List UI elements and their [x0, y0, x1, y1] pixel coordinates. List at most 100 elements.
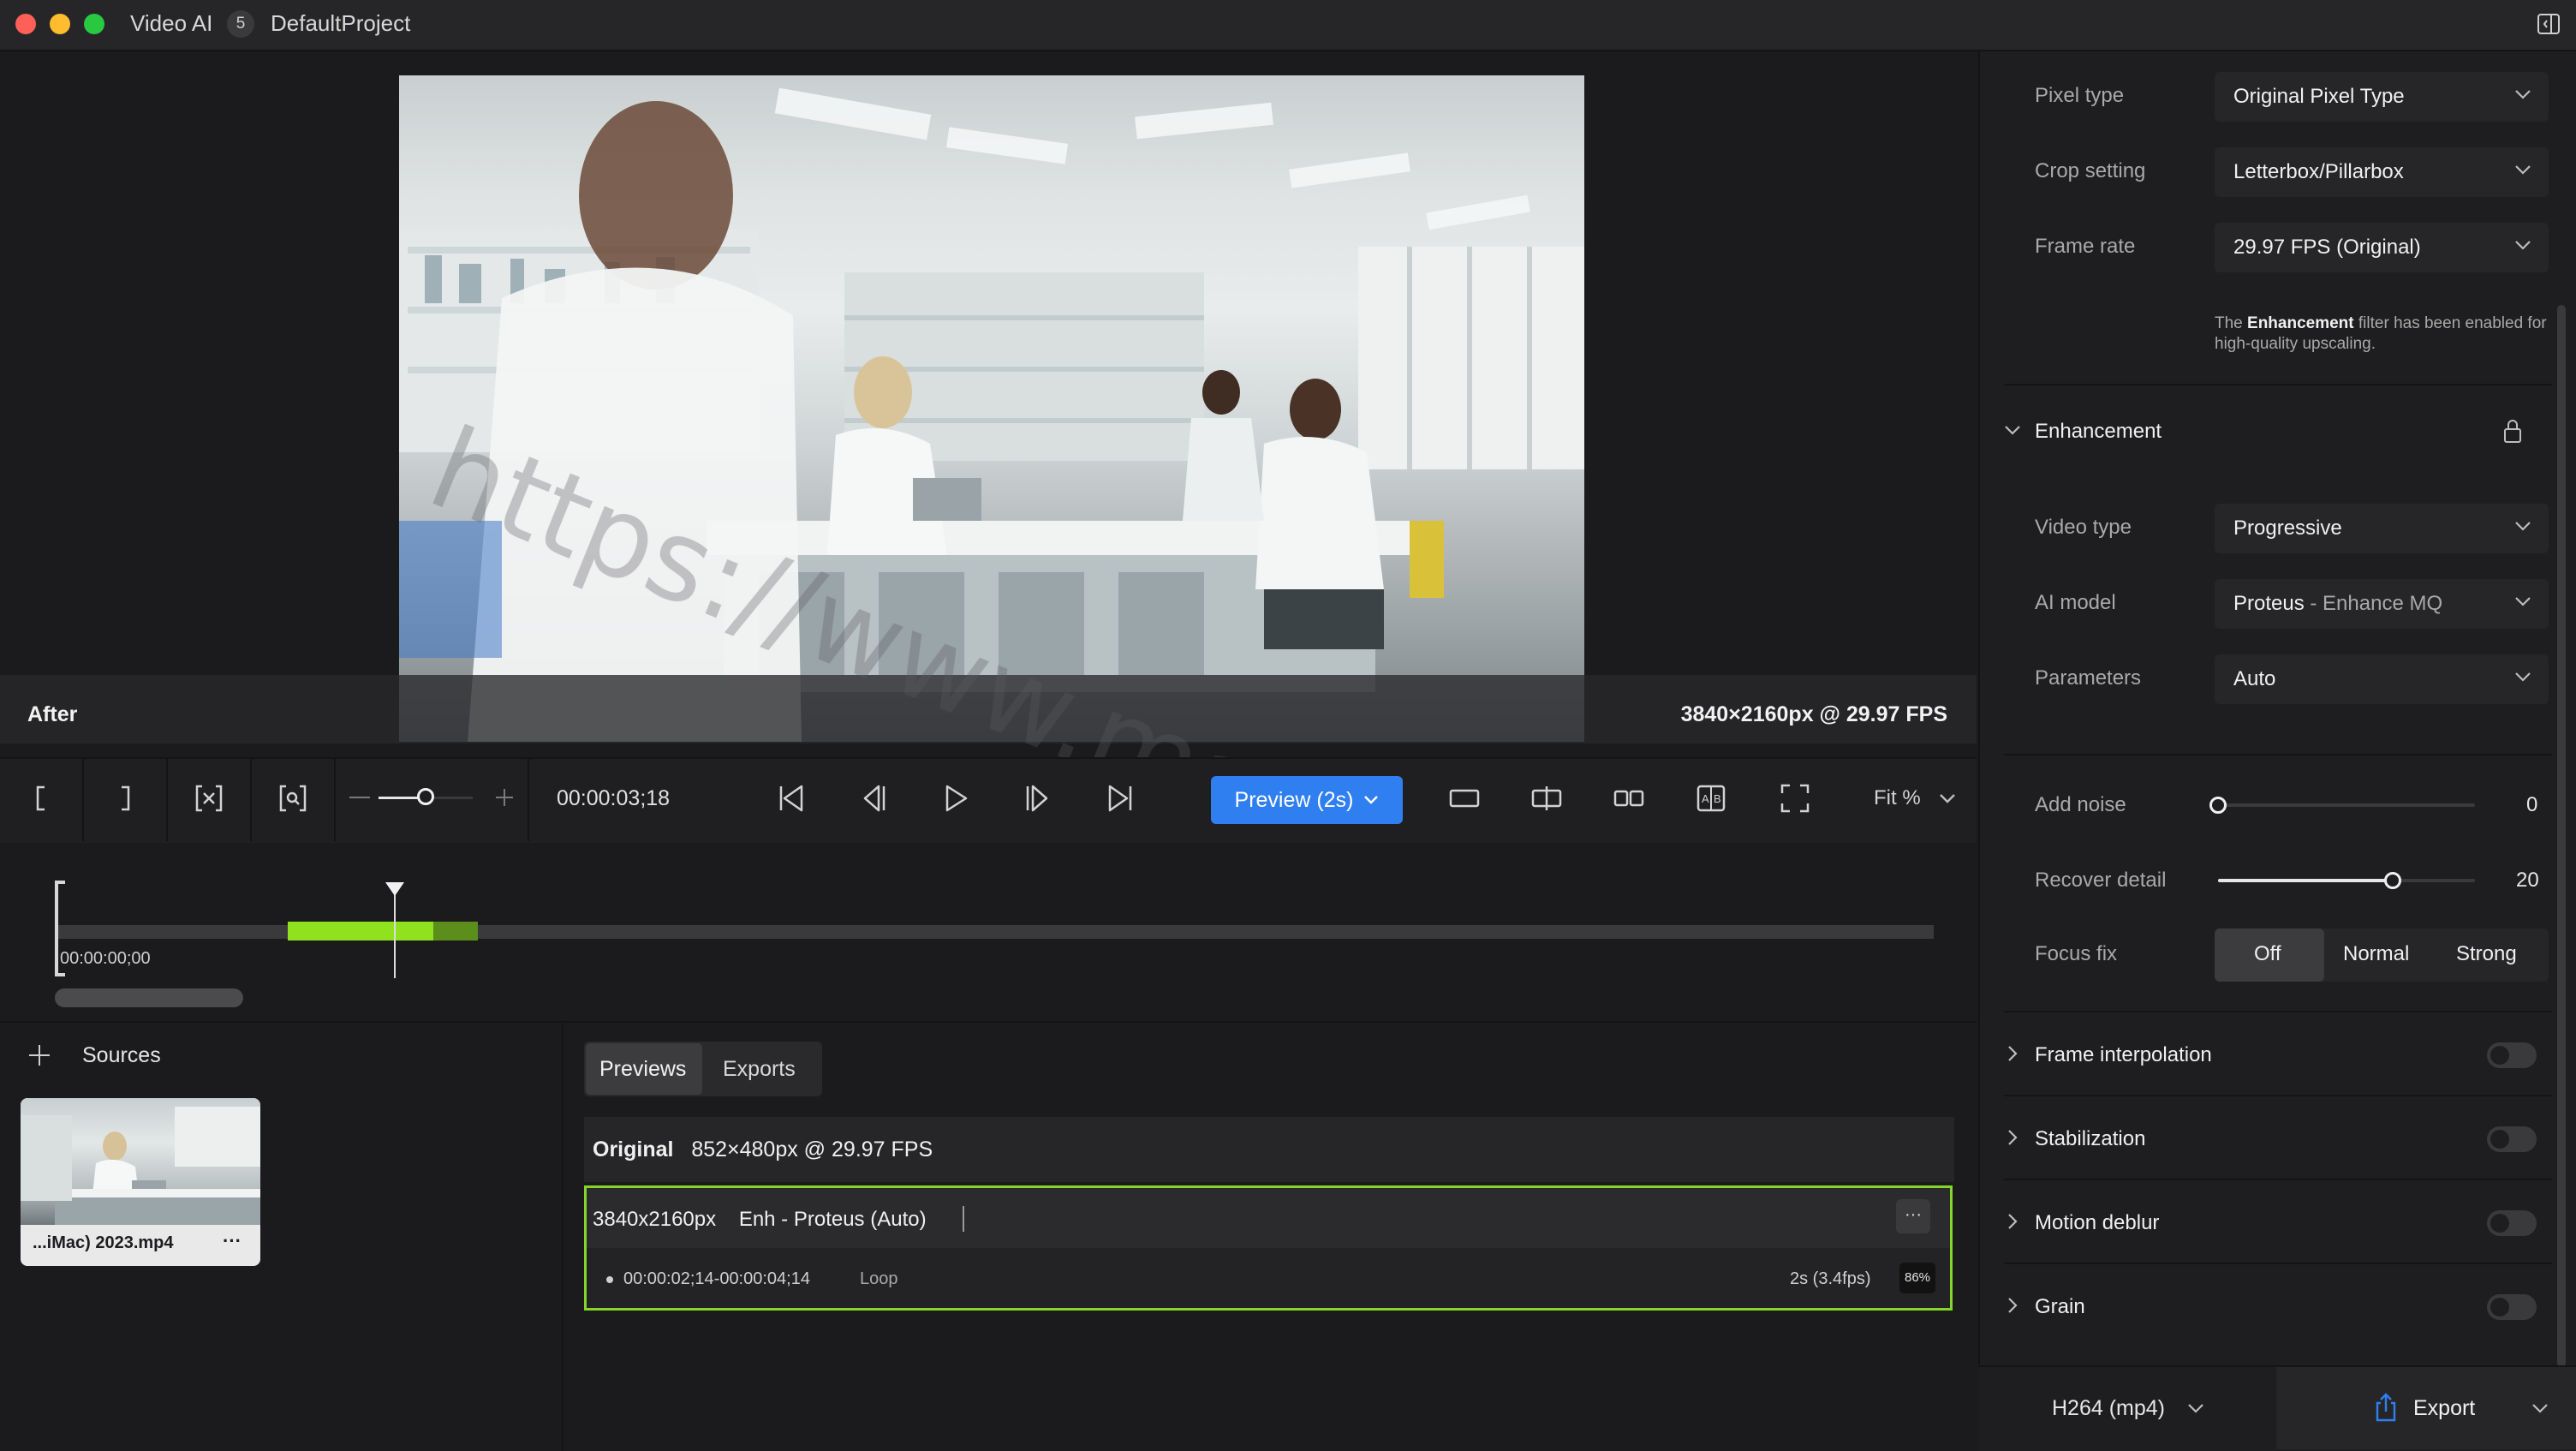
source-more-button[interactable]: ··· — [223, 1230, 242, 1252]
chevron-right-icon[interactable] — [2007, 1045, 2018, 1062]
range-dot — [606, 1276, 613, 1283]
chevron-down-icon — [2515, 672, 2531, 682]
source-file-name: ...iMac) 2023.mp4 — [33, 1233, 174, 1252]
pixel-type-select[interactable]: Original Pixel Type — [2215, 72, 2549, 122]
next-frame-icon[interactable] — [1017, 771, 1058, 826]
chevron-down-icon — [1364, 796, 1379, 804]
export-button[interactable]: Export — [2413, 1396, 2475, 1421]
ai-model-select[interactable]: Proteus - Enhance MQ — [2215, 579, 2549, 629]
chevron-right-icon[interactable] — [2007, 1213, 2018, 1230]
recover-detail-slider-knob[interactable] — [2384, 872, 2401, 889]
preview-range: 00:00:02;14-00:00:04;14 — [623, 1269, 810, 1288]
chevron-down-icon — [2515, 597, 2531, 606]
video-type-value: Progressive — [2233, 517, 2342, 540]
add-noise-slider-knob[interactable] — [2209, 797, 2227, 814]
add-noise-slider[interactable] — [2218, 803, 2475, 807]
chevron-down-icon[interactable] — [2187, 1403, 2204, 1413]
jump-to-end-icon[interactable] — [1100, 771, 1141, 826]
maximize-window-button[interactable] — [84, 14, 104, 34]
grain-toggle[interactable] — [2487, 1294, 2537, 1320]
zoom-out-icon[interactable] — [349, 797, 370, 798]
preview-range-tail — [433, 922, 478, 940]
source-file-card[interactable]: ...iMac) 2023.mp4 ··· — [21, 1098, 260, 1266]
section-divider — [2004, 754, 2552, 755]
zoom-to-range-icon[interactable] — [272, 771, 313, 826]
grain-title[interactable]: Grain — [2035, 1295, 2085, 1319]
compare-ab-icon[interactable]: AB — [1690, 771, 1732, 826]
preview-range-segment[interactable] — [288, 922, 433, 940]
set-out-point-button[interactable] — [104, 771, 146, 826]
side-by-side-view-icon[interactable] — [1608, 771, 1649, 826]
stabilization-toggle[interactable] — [2487, 1126, 2537, 1152]
recover-detail-slider[interactable] — [2218, 879, 2475, 882]
chevron-down-icon[interactable] — [2531, 1403, 2549, 1413]
focus-fix-normal[interactable]: Normal — [2343, 942, 2409, 966]
fullscreen-icon[interactable] — [1774, 771, 1816, 826]
ai-model-variant: - Enhance MQ — [2304, 592, 2443, 615]
enhancement-note: The Enhancement filter has been enabled … — [2215, 313, 2549, 355]
frame-rate-select[interactable]: 29.97 FPS (Original) — [2215, 223, 2549, 272]
minimize-window-button[interactable] — [50, 14, 70, 34]
preview-button[interactable]: Preview (2s) — [1211, 776, 1403, 824]
project-name[interactable]: DefaultProject — [271, 10, 410, 37]
add-noise-label: Add noise — [2035, 793, 2126, 816]
focus-fix-strong[interactable]: Strong — [2456, 942, 2517, 966]
play-icon[interactable] — [935, 771, 976, 826]
toolbar-divider — [334, 757, 336, 841]
preview-loop-label[interactable]: Loop — [860, 1269, 898, 1289]
original-label: Original — [593, 1138, 674, 1161]
in-point-marker[interactable] — [55, 881, 58, 976]
toolbar-divider — [166, 757, 168, 841]
lock-icon[interactable] — [2502, 418, 2523, 444]
playhead-handle[interactable] — [385, 882, 404, 896]
motion-deblur-toggle[interactable] — [2487, 1210, 2537, 1236]
zoom-level-label[interactable]: Fit % — [1874, 786, 1921, 810]
previous-frame-icon[interactable] — [853, 771, 894, 826]
enhanced-more-button[interactable]: ··· — [1896, 1199, 1930, 1233]
in-point-cap-top — [55, 881, 65, 884]
share-icon[interactable] — [2374, 1393, 2398, 1422]
timeline-start-time: 00:00:00;00 — [60, 949, 151, 968]
chevron-right-icon[interactable] — [2007, 1129, 2018, 1146]
settings-scrollbar[interactable] — [2557, 305, 2566, 1367]
tab-exports[interactable]: Exports — [723, 1057, 796, 1082]
project-count-badge[interactable]: 5 — [227, 10, 254, 38]
note-bold: Enhancement — [2247, 314, 2354, 332]
set-in-point-button[interactable] — [21, 771, 62, 826]
tab-previews[interactable]: Previews — [599, 1057, 686, 1082]
playhead[interactable] — [394, 882, 396, 978]
frame-interpolation-title[interactable]: Frame interpolation — [2035, 1043, 2212, 1067]
zoom-in-icon[interactable] — [495, 788, 514, 807]
split-view-icon[interactable] — [1526, 771, 1567, 826]
stabilization-title[interactable]: Stabilization — [2035, 1127, 2145, 1151]
chevron-down-icon[interactable] — [1939, 793, 1956, 803]
enhancement-section-title[interactable]: Enhancement — [2035, 420, 2162, 444]
pixel-type-label: Pixel type — [2035, 84, 2125, 107]
text-cursor — [963, 1206, 964, 1232]
motion-deblur-title[interactable]: Motion deblur — [2035, 1211, 2159, 1235]
svg-text:B: B — [1714, 792, 1721, 805]
add-source-icon[interactable] — [27, 1043, 51, 1067]
toolbar-divider — [250, 757, 252, 841]
zoom-slider-knob[interactable] — [417, 788, 434, 805]
chevron-right-icon[interactable] — [2007, 1297, 2018, 1314]
toggle-sidebar-icon[interactable] — [2537, 12, 2561, 36]
current-timecode[interactable]: 00:00:03;18 — [557, 786, 670, 811]
note-prefix: The — [2215, 314, 2248, 332]
crop-setting-select[interactable]: Letterbox/Pillarbox — [2215, 147, 2549, 197]
video-type-select[interactable]: Progressive — [2215, 504, 2549, 553]
focus-fix-off[interactable]: Off — [2254, 942, 2281, 966]
chevron-down-icon[interactable] — [2004, 425, 2021, 435]
toolbar-divider — [82, 757, 84, 841]
crop-setting-value: Letterbox/Pillarbox — [2233, 160, 2404, 183]
export-format-select[interactable]: H264 (mp4) — [2052, 1396, 2165, 1421]
frame-interpolation-toggle[interactable] — [2487, 1042, 2537, 1068]
timeline-scrollbar[interactable] — [55, 988, 243, 1007]
close-window-button[interactable] — [15, 14, 36, 34]
app-title: Video AI — [130, 10, 213, 36]
in-point-cap-bottom — [55, 973, 65, 976]
clear-range-icon[interactable] — [188, 771, 230, 826]
parameters-select[interactable]: Auto — [2215, 654, 2549, 704]
jump-to-start-icon[interactable] — [771, 771, 812, 826]
single-view-icon[interactable] — [1444, 771, 1485, 826]
